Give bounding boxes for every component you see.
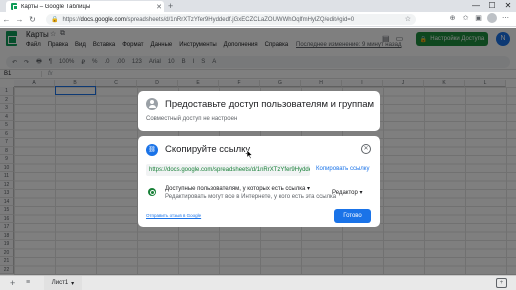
window-controls: — ☐ ✕ <box>468 0 516 12</box>
add-sheet-button[interactable]: + <box>10 278 15 288</box>
collections-icon[interactable]: ▣ <box>474 14 483 22</box>
link-access-description: Редактировать могут все в Интернете, у к… <box>165 194 337 200</box>
mouse-cursor-icon <box>247 150 253 159</box>
chevron-down-icon[interactable]: ▾ <box>71 280 74 287</box>
lock-icon: 🔒 <box>51 17 59 23</box>
reload-icon[interactable]: ↻ <box>26 15 39 24</box>
sheet-tabs-bar: + ≡ Лист1 ▾ + <box>0 275 516 290</box>
bookmark-star-icon[interactable]: ☆ <box>405 15 411 23</box>
address-bar: ← → ↻ 🔒 https://docs.google.com/spreadsh… <box>0 12 516 27</box>
favorites-icon[interactable]: ✩ <box>461 14 470 22</box>
copy-link-dialog: ⛓ Скопируйте ссылку ✕ https://docs.googl… <box>138 136 380 227</box>
browser-toolbar-icons: ⊕ ✩ ▣ ⋯ <box>448 13 510 23</box>
sheet-tab-label: Лист1 <box>51 280 69 286</box>
role-label: Редактор <box>332 190 358 196</box>
browser-tab[interactable]: Карты – Google Таблицы ✕ <box>6 1 164 12</box>
all-sheets-button[interactable]: ≡ <box>26 279 30 286</box>
copy-link-title: Скопируйте ссылку <box>165 144 251 155</box>
sheets-favicon-icon <box>11 3 18 10</box>
minimize-button[interactable]: — <box>468 0 484 12</box>
share-people-title: Предоставьте доступ пользователям и груп… <box>165 99 375 110</box>
role-dropdown[interactable]: Редактор ▾ <box>332 189 363 196</box>
link-access-label: Доступные пользователям, у которых есть … <box>165 186 306 192</box>
maximize-button[interactable]: ☐ <box>484 0 500 12</box>
link-field[interactable]: https://docs.google.com/spreadsheets/d/1… <box>146 164 310 176</box>
globe-icon <box>148 188 156 196</box>
collapse-icon[interactable]: ✕ <box>361 144 371 154</box>
back-icon[interactable]: ← <box>0 15 13 24</box>
browser-profile-avatar[interactable] <box>487 13 497 23</box>
explore-icon[interactable]: + <box>496 278 507 288</box>
tab-search-icon[interactable]: ⊕ <box>448 14 457 22</box>
feedback-link[interactable]: Отправить отзыв в Google <box>146 213 201 218</box>
sheet-tab[interactable]: Лист1 ▾ <box>44 276 82 290</box>
more-menu-icon[interactable]: ⋯ <box>501 14 510 22</box>
link-icon: ⛓ <box>146 144 158 156</box>
add-person-icon <box>146 98 158 110</box>
url-text: https://docs.google.com/spreadsheets/d/1… <box>62 16 355 23</box>
url-input[interactable]: 🔒 https://docs.google.com/spreadsheets/d… <box>46 14 416 25</box>
browser-tab-bar: Карты – Google Таблицы ✕ + — ☐ ✕ <box>0 0 516 12</box>
forward-icon[interactable]: → <box>13 15 26 24</box>
done-button[interactable]: Готово <box>334 209 371 223</box>
tab-close-icon[interactable]: ✕ <box>154 3 164 11</box>
share-people-dialog[interactable]: Предоставьте доступ пользователям и груп… <box>138 91 380 131</box>
link-access-dropdown[interactable]: Доступные пользователям, у которых есть … <box>165 185 310 192</box>
tab-title: Карты – Google Таблицы <box>21 3 91 10</box>
new-tab-button[interactable]: + <box>168 1 173 11</box>
copy-link-button[interactable]: Копировать ссылку <box>316 166 369 172</box>
close-window-button[interactable]: ✕ <box>500 0 516 12</box>
share-people-subtitle: Совместный доступ не настроен <box>146 116 238 122</box>
